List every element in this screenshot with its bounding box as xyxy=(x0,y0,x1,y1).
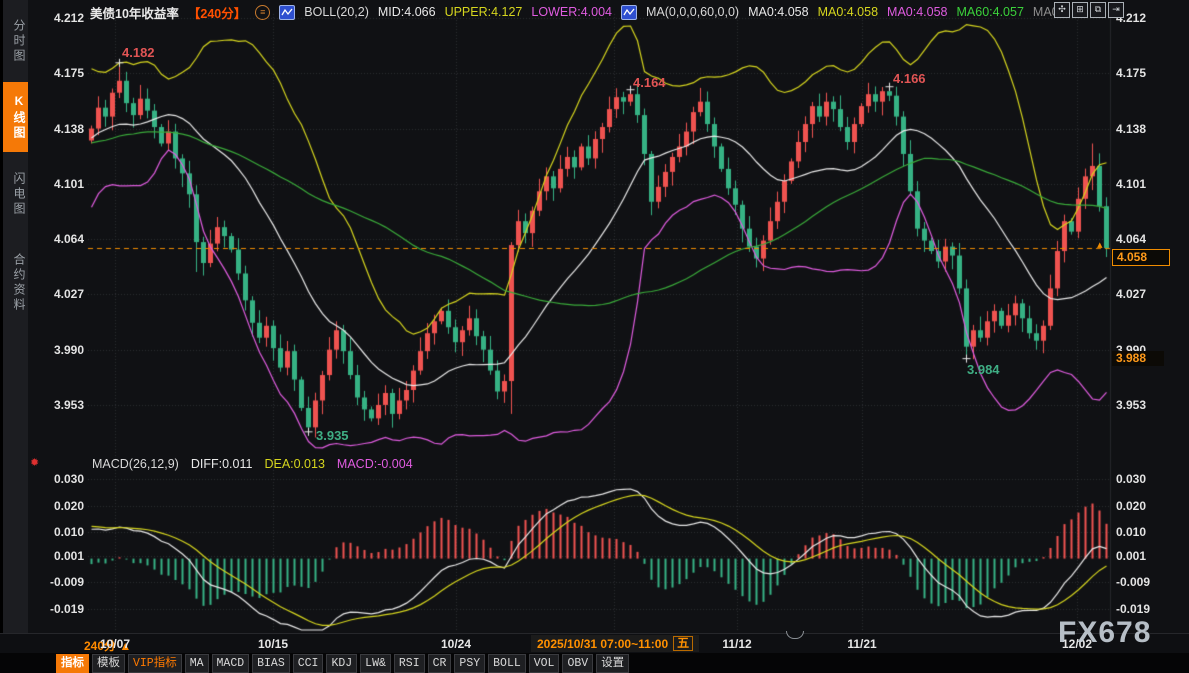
axis-tick-label: -0.009 xyxy=(34,575,84,589)
toolbar-tab-7[interactable]: KDJ xyxy=(326,654,357,673)
ma-label: MA(0,0,0,60,0,0) xyxy=(646,5,739,19)
toolbar-tab-8[interactable]: LW& xyxy=(360,654,391,673)
toolbar-tab-9[interactable]: RSI xyxy=(394,654,425,673)
sidebar-item-3[interactable]: 合约资料 xyxy=(3,236,28,330)
ma-value-3: MA60:4.057 xyxy=(957,5,1024,19)
sidebar-item-2[interactable]: 闪电图 xyxy=(3,158,28,230)
date-tick-label: 10/24 xyxy=(424,637,488,651)
axis-tick-label: 3.953 xyxy=(34,398,84,412)
axis-tick-label: 0.001 xyxy=(34,549,84,563)
price-annotation: 4.166 xyxy=(893,71,926,86)
boll-mid-value: MID:4.066 xyxy=(378,5,436,19)
pan-icon[interactable]: ✣ xyxy=(1054,2,1070,18)
toolbar-tab-1[interactable]: 模板 xyxy=(92,654,125,673)
date-tick-label: 11/21 xyxy=(830,637,894,651)
price-annotation: 3.935 xyxy=(316,428,349,443)
axis-tick-label: 4.064 xyxy=(34,232,84,246)
toolbar-tab-10[interactable]: CR xyxy=(428,654,452,673)
ma-indicator-icon[interactable] xyxy=(621,5,637,20)
ma-value-1: MA0:4.058 xyxy=(818,5,878,19)
last-price-badge: 4.058 xyxy=(1112,249,1170,266)
date-tick-label: 11/12 xyxy=(705,637,769,651)
macd-hist-value: MACD:-0.004 xyxy=(337,457,413,471)
axis-tick-label: 4.175 xyxy=(1116,66,1166,80)
price-annotation: 4.164 xyxy=(633,75,666,90)
axis-tick-label: 4.027 xyxy=(1116,287,1166,301)
boll-lower-value: LOWER:4.004 xyxy=(531,5,612,19)
fit-chart-icon[interactable]: ⊞ xyxy=(1072,2,1088,18)
focused-datetime-text: 2025/10/31 07:00~11:00 xyxy=(537,637,668,651)
fx678-watermark: FX678 xyxy=(1058,616,1151,650)
axis-tick-label: 0.010 xyxy=(34,525,84,539)
axis-tick-label: 4.212 xyxy=(34,11,84,25)
axis-tick-label: 3.953 xyxy=(1116,398,1166,412)
boll-label: BOLL(20,2) xyxy=(304,5,369,19)
scale-axis-icon[interactable]: ⧉ xyxy=(1090,2,1106,18)
ma-values-group: MA0:4.058MA0:4.058MA0:4.058MA60:4.057MA0… xyxy=(748,5,1062,19)
price-annotation: 4.182 xyxy=(122,45,155,60)
boll-upper-value: UPPER:4.127 xyxy=(445,5,523,19)
axis-tick-label: -0.009 xyxy=(1116,575,1166,589)
axis-tick-label: 0.020 xyxy=(1116,499,1166,513)
reference-price-badge: 3.988 xyxy=(1112,351,1164,366)
ma-value-2: MA0:4.058 xyxy=(887,5,947,19)
axis-tick-label: 0.030 xyxy=(34,472,84,486)
toolbar-tab-13[interactable]: VOL xyxy=(529,654,560,673)
focused-bar-datetime: 2025/10/31 07:00~11:00 五 xyxy=(531,635,699,652)
focused-weekday: 五 xyxy=(673,636,693,651)
trading-app-window: 分时图 K线图闪电图合约资料 美债10年收益率 【240分】 ≡ BOLL(20,… xyxy=(0,0,1189,673)
indicator-header: 美债10年收益率 【240分】 ≡ BOLL(20,2) MID:4.066 U… xyxy=(90,4,1062,20)
indicator-toolbar: 指标模板VIP指标MAMACDBIASCCIKDJLW&RSICRPSYBOLL… xyxy=(0,653,1189,673)
axis-tick-label: 0.010 xyxy=(1116,525,1166,539)
axis-tick-label: 4.064 xyxy=(1116,232,1166,246)
axis-tick-label: 4.175 xyxy=(34,66,84,80)
axis-tick-label: 0.001 xyxy=(1116,549,1166,563)
axis-tick-label: 4.101 xyxy=(34,177,84,191)
time-axis-bar: 240分 ▲ 10/0710/1510/2411/1211/2112/02 20… xyxy=(0,633,1189,654)
toolbar-tab-15[interactable]: 设置 xyxy=(596,654,629,673)
axis-tick-label: 4.027 xyxy=(34,287,84,301)
chart-menu-icon[interactable]: ≡ xyxy=(255,5,270,20)
axis-tick-label: -0.019 xyxy=(34,602,84,616)
toolbar-tab-11[interactable]: PSY xyxy=(454,654,485,673)
toolbar-tab-4[interactable]: MACD xyxy=(212,654,250,673)
alert-flash-icon[interactable]: ✹ xyxy=(30,456,39,469)
macd-diff-value: DIFF:0.011 xyxy=(191,457,253,471)
symbol-title: 美债10年收益率 xyxy=(90,3,179,22)
axis-tick-label: -0.019 xyxy=(1116,602,1166,616)
price-annotation: 3.984 xyxy=(967,362,1000,377)
toolbar-tab-6[interactable]: CCI xyxy=(293,654,324,673)
boll-indicator-icon[interactable] xyxy=(279,5,295,20)
chart-toolbar-icons: ✣⊞⧉⇥ xyxy=(1054,2,1124,18)
price-chart-canvas[interactable] xyxy=(0,0,1189,673)
ma-value-0: MA0:4.058 xyxy=(748,5,808,19)
period-tag[interactable]: 【240分】 xyxy=(188,3,246,22)
chart-type-sidebar: 分时图 K线图闪电图合约资料 xyxy=(3,0,28,652)
price-alert-icon[interactable]: ▴ xyxy=(1097,238,1103,251)
axis-tick-label: 4.138 xyxy=(1116,122,1166,136)
date-tick-label: 10/15 xyxy=(241,637,305,651)
axis-tick-label: 3.990 xyxy=(34,343,84,357)
macd-header: MACD(26,12,9) DIFF:0.011 DEA:0.013 MACD:… xyxy=(92,457,413,471)
toolbar-tab-2[interactable]: VIP指标 xyxy=(128,654,182,673)
macd-label: MACD(26,12,9) xyxy=(92,457,179,471)
toolbar-tab-5[interactable]: BIAS xyxy=(252,654,290,673)
toolbar-tab-3[interactable]: MA xyxy=(185,654,209,673)
toolbar-tab-12[interactable]: BOLL xyxy=(488,654,526,673)
date-tick-label: 10/07 xyxy=(83,637,147,651)
pin-right-icon[interactable]: ⇥ xyxy=(1108,2,1124,18)
axis-tick-label: 0.020 xyxy=(34,499,84,513)
sidebar-item-1[interactable]: K线图 xyxy=(3,82,28,152)
macd-dea-value: DEA:0.013 xyxy=(264,457,324,471)
axis-tick-label: 0.030 xyxy=(1116,472,1166,486)
toolbar-tab-0[interactable]: 指标 xyxy=(56,654,89,673)
axis-tick-label: 4.138 xyxy=(34,122,84,136)
sidebar-item-0[interactable]: 分时图 xyxy=(3,6,28,76)
toolbar-tab-14[interactable]: OBV xyxy=(562,654,593,673)
axis-tick-label: 4.101 xyxy=(1116,177,1166,191)
